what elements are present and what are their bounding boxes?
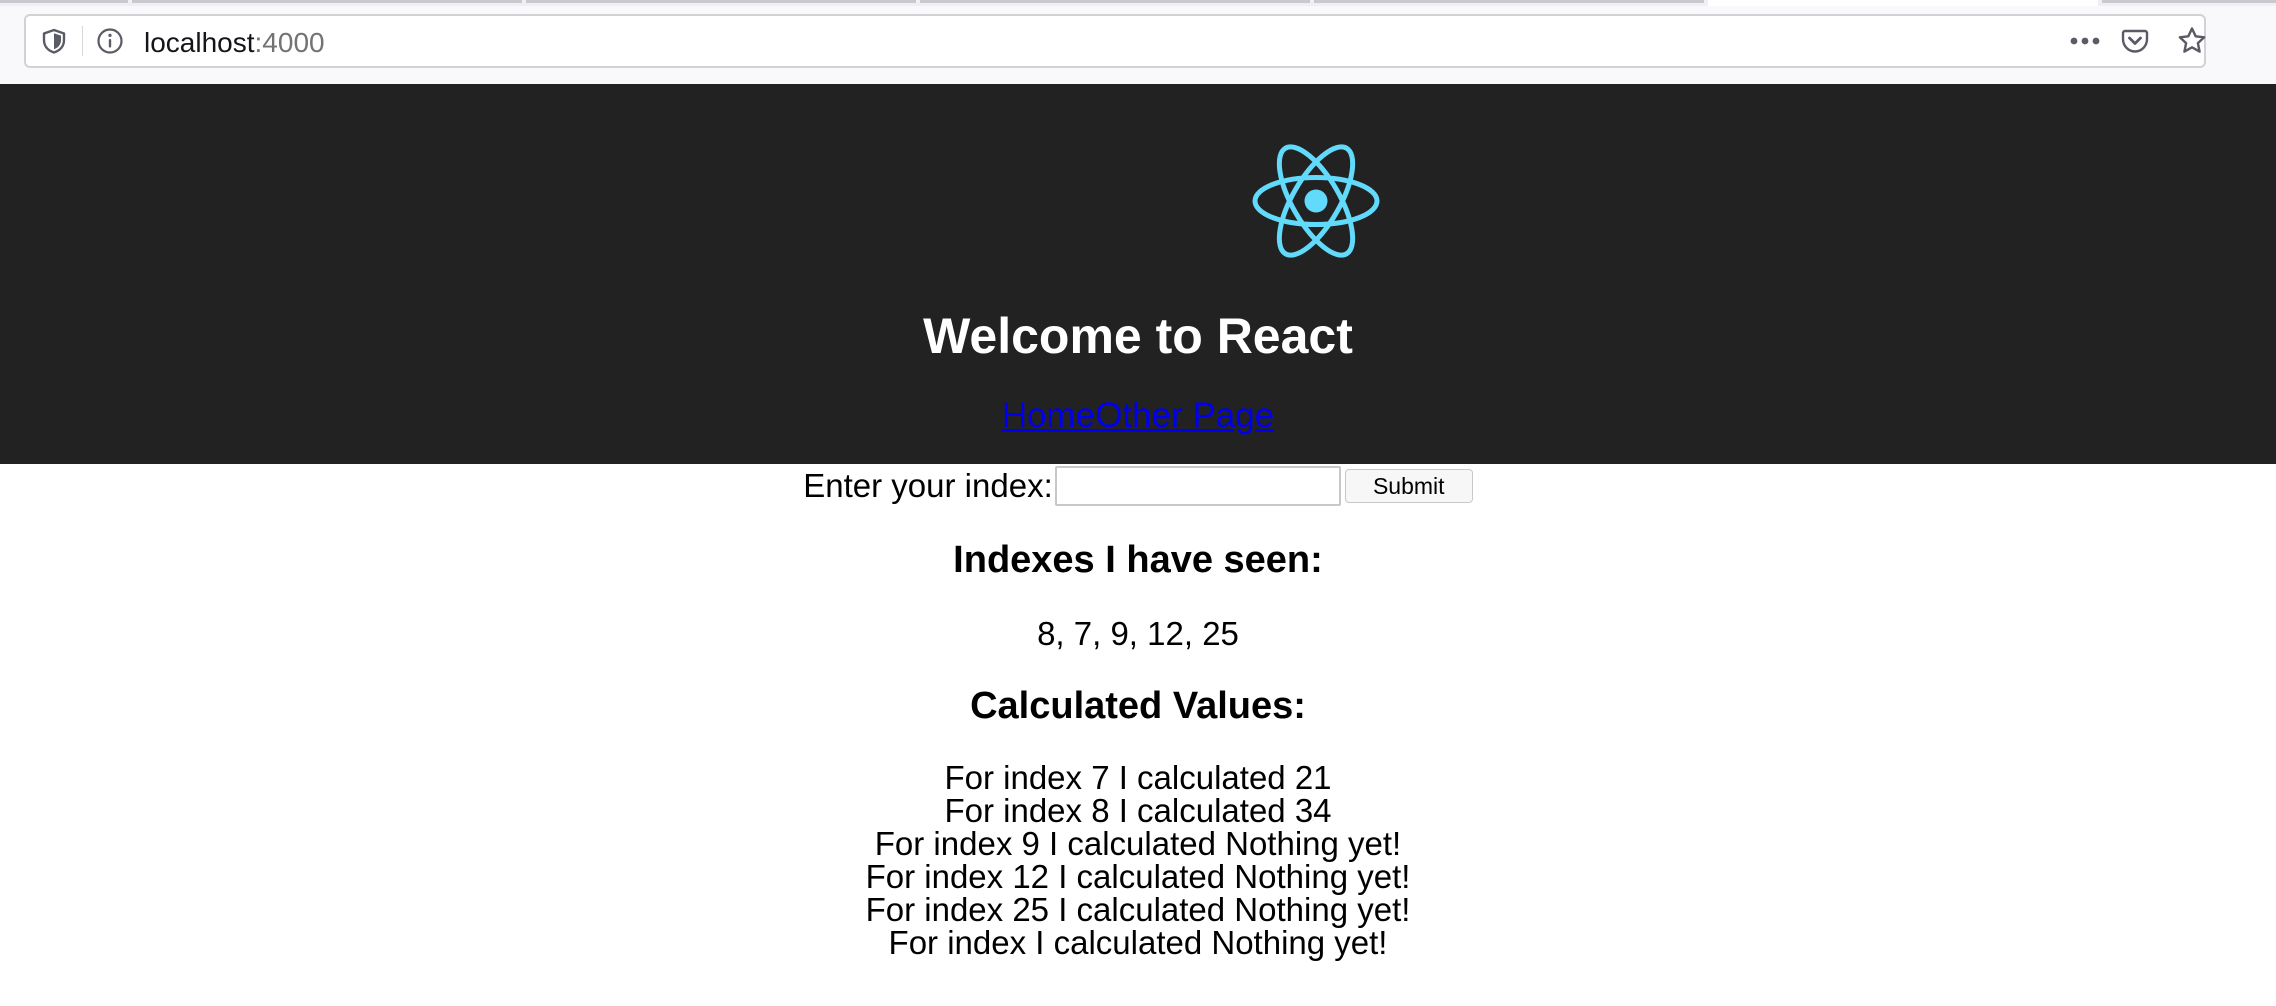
bookmark-star-icon[interactable] <box>2176 25 2208 57</box>
more-actions-icon[interactable] <box>2066 27 2104 55</box>
browser-tab[interactable] <box>2102 0 2276 3</box>
calculated-values-heading: Calculated Values: <box>970 685 1306 727</box>
url-text[interactable]: localhost:4000 <box>144 27 325 59</box>
index-form: Enter your index: Submit <box>0 464 2276 508</box>
browser-tab[interactable] <box>920 0 1310 3</box>
browser-toolbar: localhost:4000 <box>0 6 2276 85</box>
browser-tab[interactable] <box>526 0 916 3</box>
nav-link-other-page[interactable]: Other Page <box>1095 396 1274 435</box>
shield-icon[interactable] <box>40 27 68 55</box>
page-title: Welcome to React <box>923 308 1353 364</box>
index-input[interactable] <box>1054 466 1341 506</box>
info-icon[interactable] <box>96 27 124 55</box>
url-port: :4000 <box>254 27 325 58</box>
browser-tab[interactable] <box>132 0 522 3</box>
url-host: localhost <box>144 27 255 58</box>
calculated-values-list: For index 7 I calculated 21 For index 8 … <box>0 761 2276 959</box>
browser-tab[interactable] <box>0 0 128 3</box>
browser-tab[interactable] <box>1314 0 1704 3</box>
calculated-value-item: For index 12 I calculated Nothing yet! <box>865 858 1411 895</box>
url-divider <box>82 26 83 56</box>
calculated-value-item: For index I calculated Nothing yet! <box>888 924 1388 961</box>
calculated-value-item: For index 25 I calculated Nothing yet! <box>865 891 1411 928</box>
pocket-icon[interactable] <box>2120 26 2150 56</box>
nav-link-home[interactable]: Home <box>1002 396 1095 435</box>
react-logo-icon <box>1252 144 1380 258</box>
app-header: Welcome to React HomeOther Page <box>0 84 2276 464</box>
calculated-value-item: For index 9 I calculated Nothing yet! <box>874 825 1402 862</box>
calculated-value-item: For index 8 I calculated 34 <box>944 792 1332 829</box>
seen-indexes-list: 8, 7, 9, 12, 25 <box>1037 615 1239 652</box>
url-bar[interactable]: localhost:4000 <box>24 14 2206 68</box>
nav-links: HomeOther Page <box>0 396 2276 436</box>
calculated-value-item: For index 7 I calculated 21 <box>944 759 1332 796</box>
seen-indexes-heading: Indexes I have seen: <box>953 539 1323 581</box>
submit-button[interactable]: Submit <box>1344 469 1473 503</box>
index-label: Enter your index: <box>803 467 1053 504</box>
